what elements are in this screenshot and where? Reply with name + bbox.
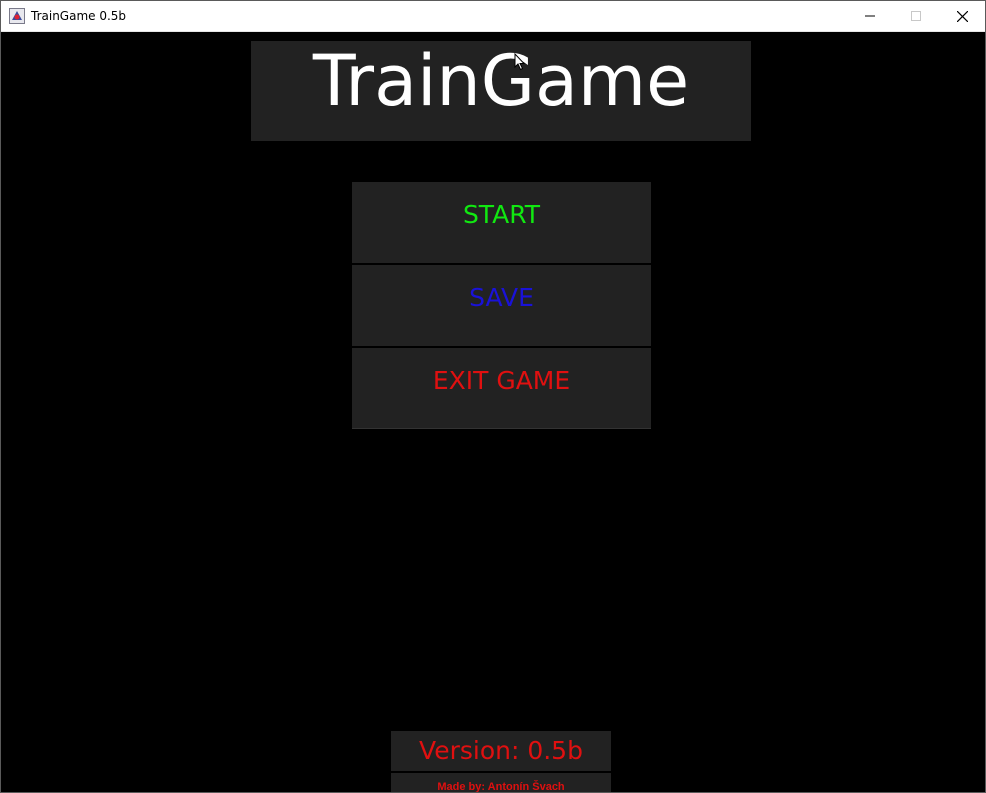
exit-game-button-label: EXIT GAME	[432, 366, 571, 395]
game-title: TrainGame	[312, 40, 690, 122]
minimize-button[interactable]	[847, 1, 893, 31]
author-label: Made by: Antonín Švach	[437, 781, 565, 793]
close-icon	[956, 10, 968, 22]
start-button[interactable]: START	[352, 182, 651, 263]
title-bar[interactable]: TrainGame 0.5b	[1, 1, 985, 32]
version-panel: Version: 0.5b	[391, 731, 611, 771]
exit-game-button[interactable]: EXIT GAME	[352, 348, 651, 429]
window-title: TrainGame 0.5b	[31, 9, 127, 23]
game-title-panel: TrainGame	[251, 41, 751, 141]
minimize-icon	[865, 15, 875, 17]
save-button[interactable]: SAVE	[352, 265, 651, 346]
mouse-cursor-icon	[514, 53, 526, 71]
maximize-icon	[911, 11, 921, 21]
close-button[interactable]	[939, 1, 985, 31]
java-app-icon	[9, 8, 25, 24]
version-label: Version: 0.5b	[419, 736, 583, 765]
save-button-label: SAVE	[469, 283, 534, 312]
author-panel: Made by: Antonín Švach	[391, 773, 611, 793]
app-window: TrainGame 0.5b TrainGame START SAVE EXIT…	[0, 0, 986, 793]
maximize-button[interactable]	[893, 1, 939, 31]
start-button-label: START	[462, 200, 541, 229]
